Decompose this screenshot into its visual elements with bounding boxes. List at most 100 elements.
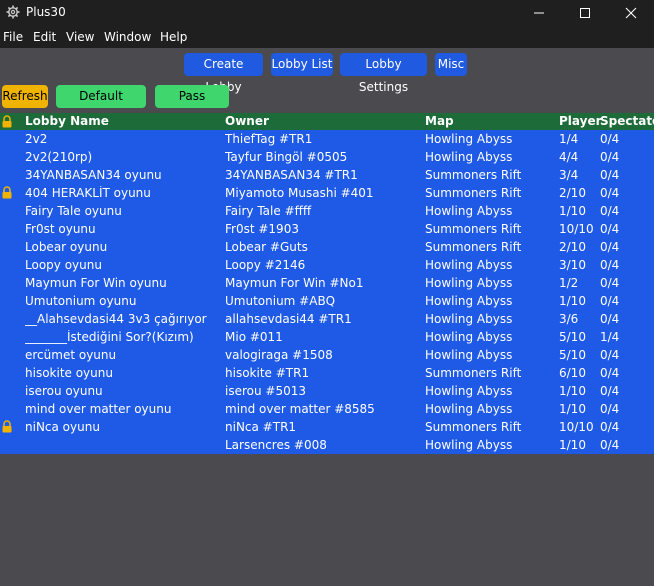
map-cell: Howling Abyss — [425, 312, 513, 326]
map-cell: Summoners Rift — [425, 366, 522, 380]
lock-icon — [1, 420, 13, 434]
column-spectator[interactable]: Spectator — [600, 114, 654, 128]
column-owner[interactable]: Owner — [225, 114, 269, 128]
create-lobby-button[interactable]: Create Lobby — [184, 53, 263, 94]
table-row[interactable]: Loopy oyunu Loopy #2146 Howling Abyss 3/10 0… — [0, 256, 654, 274]
default-lobbies-button[interactable]: Default Lobbies — [56, 85, 146, 126]
player-cell: 2/10 — [559, 186, 586, 200]
title-bar[interactable]: Plus30 — [0, 0, 654, 26]
map-cell: Howling Abyss — [425, 132, 513, 146]
gear-icon — [6, 5, 20, 19]
map-cell: Summoners Rift — [425, 240, 522, 254]
table-row[interactable]: iserou oyunu iserou #5013 Howling Abyss 1/1… — [0, 382, 654, 400]
minimize-icon — [534, 12, 544, 14]
lobby-name-cell: 404 HERAKLİT oyunu — [25, 186, 151, 200]
owner-cell: Fr0st #1903 — [225, 222, 299, 236]
lobby-name-cell: 34YANBASAN34 oyunu — [25, 168, 162, 182]
table-row[interactable]: 2v2 ThiefTag #TR1 Howling Abyss 1/4 0/4 — [0, 130, 654, 148]
table-row[interactable]: Maymun For Win oyunu Maymun For Win #No1 H… — [0, 274, 654, 292]
lobby-name-cell: Maymun For Win oyunu — [25, 276, 167, 290]
table-row[interactable]: 404 HERAKLİT oyunu Miyamoto Musashi #401 S… — [0, 184, 654, 202]
spectator-cell: 0/4 — [600, 132, 620, 146]
table-header: Lobby Name Owner Map Player Spectator — [0, 113, 654, 130]
maximize-button[interactable] — [562, 0, 608, 26]
player-cell: 6/10 — [559, 366, 586, 380]
refresh-button[interactable]: Refresh — [2, 85, 48, 108]
spectator-cell: 0/4 — [600, 366, 620, 380]
menu-help[interactable]: Help — [160, 30, 187, 44]
spectator-cell: 0/4 — [600, 168, 620, 182]
map-cell: Summoners Rift — [425, 222, 522, 236]
owner-cell: 34YANBASAN34 #TR1 — [225, 168, 358, 182]
table-row[interactable]: ercümet oyunu valogiraga #1508 Howling Aby… — [0, 346, 654, 364]
table-row[interactable]: Umutonium oyunu Umutonium #ABQ Howling Aby… — [0, 292, 654, 310]
table-row[interactable]: niNca oyunu niNca #TR1 Summoners Rift 10/10… — [0, 418, 654, 436]
player-cell: 10/10 — [559, 222, 594, 236]
player-cell: 1/10 — [559, 204, 586, 218]
spectator-cell: 0/4 — [600, 258, 620, 272]
owner-cell: hisokite #TR1 — [225, 366, 310, 380]
spectator-cell: 0/4 — [600, 222, 620, 236]
owner-cell: Umutonium #ABQ — [225, 294, 336, 308]
map-cell: Howling Abyss — [425, 348, 513, 362]
column-map[interactable]: Map — [425, 114, 454, 128]
player-cell: 1/2 — [559, 276, 579, 290]
spectator-cell: 0/4 — [600, 240, 620, 254]
map-cell: Howling Abyss — [425, 258, 513, 272]
player-cell: 3/10 — [559, 258, 586, 272]
menu-view[interactable]: View — [66, 30, 94, 44]
lobby-name-cell: niNca oyunu — [25, 420, 100, 434]
player-cell: 3/6 — [559, 312, 579, 326]
column-lobby-name[interactable]: Lobby Name — [25, 114, 109, 128]
pass-lobbies-button[interactable]: Pass Lobbies — [155, 85, 229, 126]
owner-cell: Maymun For Win #No1 — [225, 276, 364, 290]
spectator-cell: 0/4 — [600, 204, 620, 218]
map-cell: Howling Abyss — [425, 384, 513, 398]
minimize-button[interactable] — [516, 0, 562, 26]
table-row[interactable]: 2v2(210rp) Tayfur Bingöl #0505 Howling Aby… — [0, 148, 654, 166]
menu-window[interactable]: Window — [104, 30, 151, 44]
table-row[interactable]: Fr0st oyunu Fr0st #1903 Summoners Rift 10/1… — [0, 220, 654, 238]
misc-button[interactable]: Misc — [435, 53, 467, 76]
spectator-cell: 0/4 — [600, 186, 620, 200]
window-title: Plus30 — [26, 5, 66, 19]
player-cell: 5/10 — [559, 330, 586, 344]
lock-icon[interactable] — [1, 115, 13, 129]
spectator-cell: 1/4 — [600, 330, 620, 344]
close-icon — [625, 7, 637, 19]
map-cell: Howling Abyss — [425, 276, 513, 290]
lobby-name-cell: Fairy Tale oyunu — [25, 204, 122, 218]
table-row[interactable]: Larsencres #008 Howling Abyss 1/10 0/4 — [0, 436, 654, 454]
spectator-cell: 0/4 — [600, 384, 620, 398]
lobby-settings-button[interactable]: Lobby Settings — [340, 53, 427, 94]
map-cell: Howling Abyss — [425, 150, 513, 164]
owner-cell: ThiefTag #TR1 — [225, 132, 313, 146]
spectator-cell: 0/4 — [600, 438, 620, 452]
owner-cell: niNca #TR1 — [225, 420, 297, 434]
player-cell: 1/10 — [559, 384, 586, 398]
map-cell: Summoners Rift — [425, 186, 522, 200]
lobby-name-cell: ercümet oyunu — [25, 348, 117, 362]
table-row[interactable]: Lobear oyunu Lobear #Guts Summoners Rift 2/… — [0, 238, 654, 256]
lobby-name-cell: Lobear oyunu — [25, 240, 108, 254]
menu-file[interactable]: File — [3, 30, 23, 44]
table-row[interactable]: _______İstediğini Sor?(Kızım) Mio #011 How… — [0, 328, 654, 346]
close-button[interactable] — [608, 0, 654, 26]
player-cell: 4/4 — [559, 150, 579, 164]
lobby-list-button[interactable]: Lobby List — [271, 53, 333, 76]
column-player[interactable]: Player — [559, 114, 602, 128]
table-row[interactable]: Fairy Tale oyunu Fairy Tale #ffff Howling … — [0, 202, 654, 220]
menu-edit[interactable]: Edit — [33, 30, 56, 44]
lobby-name-cell: iserou oyunu — [25, 384, 103, 398]
table-row[interactable]: __Alahsevdasi44 3v3 çağırıyor allahsevdas… — [0, 310, 654, 328]
table-row[interactable]: mind over matter oyunu mind over matter #… — [0, 400, 654, 418]
spectator-cell: 0/4 — [600, 420, 620, 434]
map-cell: Howling Abyss — [425, 294, 513, 308]
lobby-name-cell: Fr0st oyunu — [25, 222, 96, 236]
table-row[interactable]: hisokite oyunu hisokite #TR1 Summoners Rif… — [0, 364, 654, 382]
maximize-icon — [580, 8, 590, 18]
lock-icon — [1, 186, 13, 200]
owner-cell: allahsevdasi44 #TR1 — [225, 312, 352, 326]
lobby-name-cell: _______İstediğini Sor?(Kızım) — [25, 330, 194, 344]
table-row[interactable]: 34YANBASAN34 oyunu 34YANBASAN34 #TR1 Summo… — [0, 166, 654, 184]
